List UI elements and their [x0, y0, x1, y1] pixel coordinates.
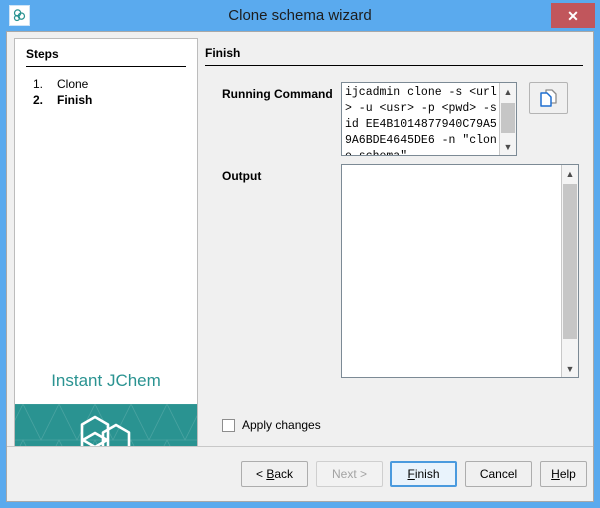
step-item-clone: 1. Clone: [26, 77, 186, 93]
help-accel: H: [551, 467, 560, 481]
help-button[interactable]: Help: [540, 461, 587, 487]
running-command-label: Running Command: [222, 87, 333, 101]
steps-panel: Steps 1. Clone 2. Finish Instant JChem: [14, 38, 198, 476]
apply-changes-label: Apply changes: [242, 418, 321, 432]
finish-suffix: inish: [415, 467, 440, 481]
page-title: Finish: [205, 46, 240, 60]
output-scrollbar[interactable]: ▲ ▼: [561, 165, 578, 377]
output-label: Output: [222, 169, 261, 183]
back-prefix: <: [256, 467, 266, 481]
page-title-divider: [205, 65, 583, 66]
output-textarea[interactable]: ▲ ▼: [341, 164, 579, 378]
brand-name: Instant JChem: [15, 371, 197, 391]
step-label: Finish: [57, 93, 92, 107]
steps-list: 1. Clone 2. Finish: [26, 77, 186, 109]
scroll-down-icon[interactable]: ▼: [562, 360, 578, 377]
step-item-finish: 2. Finish: [26, 93, 186, 109]
running-command-textarea[interactable]: ijcadmin clone -s <url> -u <usr> -p <pwd…: [341, 82, 517, 156]
finish-accel: F: [407, 467, 414, 481]
step-number: 1.: [33, 77, 49, 91]
steps-heading: Steps: [26, 47, 59, 61]
dialog-body: Steps 1. Clone 2. Finish Instant JChem: [6, 31, 594, 502]
close-button[interactable]: ✕: [551, 3, 595, 28]
back-button[interactable]: < Back: [241, 461, 308, 487]
scroll-up-icon[interactable]: ▲: [500, 83, 516, 100]
copy-icon: [540, 89, 557, 107]
button-bar: < Back Next > Finish Cancel Help: [7, 446, 593, 501]
copy-command-button[interactable]: [529, 82, 568, 114]
step-label: Clone: [57, 77, 88, 91]
running-command-scrollbar[interactable]: ▲ ▼: [499, 83, 516, 155]
title-bar: Clone schema wizard ✕: [0, 0, 600, 31]
scroll-thumb[interactable]: [563, 184, 577, 339]
scroll-down-icon[interactable]: ▼: [500, 138, 516, 155]
next-button[interactable]: Next >: [316, 461, 383, 487]
back-suffix: ack: [274, 467, 293, 481]
help-suffix: elp: [560, 467, 576, 481]
clone-schema-wizard-window: Clone schema wizard ✕ Steps 1. Clone 2. …: [0, 0, 600, 508]
content-panel: Finish Running Command ijcadmin clone -s…: [199, 32, 593, 470]
scroll-up-icon[interactable]: ▲: [562, 165, 578, 182]
finish-button[interactable]: Finish: [390, 461, 457, 487]
scroll-thumb[interactable]: [501, 103, 515, 133]
step-number: 2.: [33, 93, 49, 107]
cancel-button[interactable]: Cancel: [465, 461, 532, 487]
running-command-value: ijcadmin clone -s <url> -u <usr> -p <pwd…: [345, 85, 497, 156]
steps-divider: [26, 66, 186, 67]
window-title: Clone schema wizard: [0, 0, 600, 31]
checkbox-box-icon[interactable]: [222, 419, 235, 432]
apply-changes-checkbox[interactable]: Apply changes: [222, 418, 321, 432]
